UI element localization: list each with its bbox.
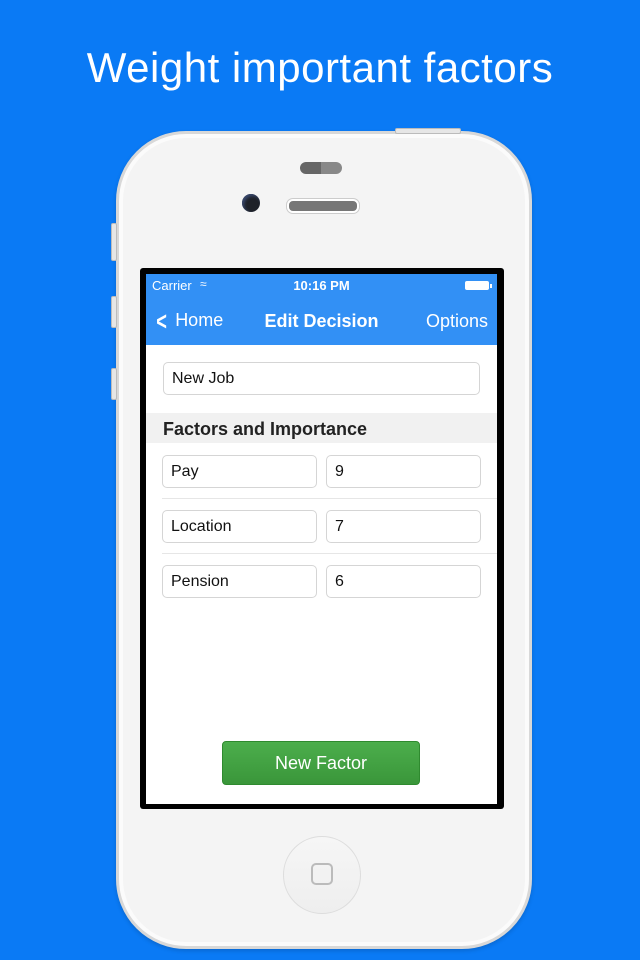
app-screen: Carrier ≈ 10:16 PM < Home Edit Decision … (146, 274, 497, 804)
section-header-label: Factors and Importance (163, 419, 368, 439)
proximity-sensor (300, 162, 342, 174)
factor-name-input[interactable]: Pension (162, 565, 317, 598)
options-button[interactable]: Options (426, 311, 488, 332)
power-button (395, 128, 461, 134)
battery-icon (465, 281, 492, 290)
new-factor-button[interactable]: New Factor (222, 741, 420, 785)
nav-bar: < Home Edit Decision Options (146, 298, 497, 345)
home-button[interactable] (283, 836, 361, 914)
home-square-icon (311, 863, 333, 885)
factor-importance-input[interactable]: 7 (326, 510, 481, 543)
factor-importance-input[interactable]: 6 (326, 565, 481, 598)
section-header: Factors and Importance (146, 413, 497, 443)
factor-name-input[interactable]: Pay (162, 455, 317, 488)
row-divider (162, 553, 497, 554)
headline: Weight important factors (86, 44, 554, 91)
volume-down-button (111, 368, 117, 400)
volume-up-button (111, 296, 117, 328)
front-camera-icon (242, 194, 260, 212)
row-divider (162, 498, 497, 499)
earpiece-speaker (287, 199, 359, 213)
mute-switch (111, 223, 117, 261)
decision-name-input[interactable]: New Job (163, 362, 480, 395)
status-time: 10:16 PM (293, 278, 350, 293)
status-bar: Carrier ≈ 10:16 PM (146, 274, 497, 298)
factor-importance-input[interactable]: 9 (326, 455, 481, 488)
factor-name-input[interactable]: Location (162, 510, 317, 543)
